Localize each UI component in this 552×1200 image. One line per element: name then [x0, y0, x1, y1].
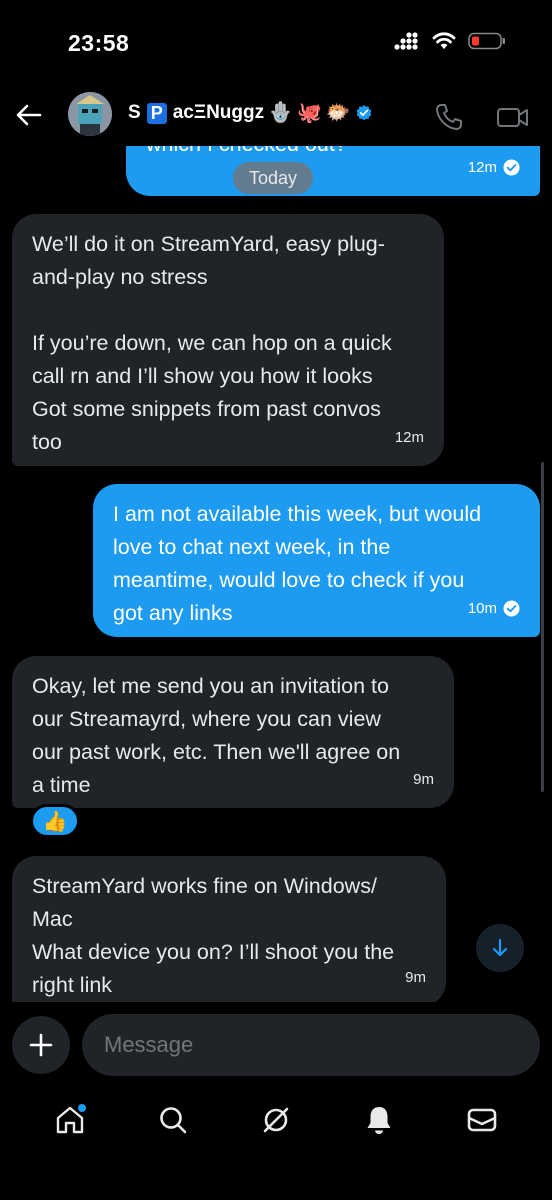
- contact-name-part2: acΞNuggz: [172, 102, 265, 123]
- octopus-emoji: 🐙: [297, 102, 322, 124]
- read-check-icon: [503, 159, 520, 176]
- read-check-icon: [503, 600, 520, 617]
- mail-icon: [468, 1108, 497, 1132]
- search-icon: [159, 1107, 187, 1134]
- date-separator: Today: [233, 162, 314, 194]
- message-meta: 12m: [468, 151, 520, 184]
- message-time: 9m: [405, 969, 426, 986]
- status-bar: 23:58: [0, 0, 552, 88]
- hamsa-emoji: 🪬: [268, 102, 294, 124]
- scroll-to-bottom-button[interactable]: [476, 924, 524, 972]
- verified-badge-icon: [356, 105, 372, 121]
- video-call-button[interactable]: [496, 102, 530, 132]
- message-composer: [0, 1012, 552, 1082]
- message-bubble-incoming[interactable]: We’ll do it on StreamYard, easy plug- an…: [12, 214, 444, 466]
- message-bubble-outgoing[interactable]: which I checked out? 12m: [126, 146, 540, 196]
- avatar[interactable]: [68, 92, 112, 136]
- nav-home[interactable]: [50, 1100, 90, 1140]
- message-list[interactable]: which I checked out? 12m Today We’ll do …: [0, 146, 552, 1002]
- message-meta: 9m: [405, 961, 426, 994]
- contact-name-part1: S: [128, 102, 141, 123]
- bottom-nav: [0, 1090, 552, 1150]
- message-time: 12m: [394, 429, 424, 446]
- message-time: 10m: [467, 600, 497, 617]
- message-bubble-incoming[interactable]: StreamYard works fine on Windows/ Mac Wh…: [12, 856, 446, 1002]
- message-input[interactable]: [82, 1014, 540, 1076]
- blowfish-emoji: 🐡: [325, 102, 351, 124]
- contact-name-boxed-letter: P: [146, 102, 167, 124]
- nav-grok[interactable]: [256, 1100, 296, 1140]
- nav-search[interactable]: [153, 1100, 193, 1140]
- nav-notifications[interactable]: [359, 1100, 399, 1140]
- scrollbar[interactable]: [541, 462, 544, 792]
- contact-name[interactable]: S P acΞNuggz 🪬 🐙 🐡: [128, 102, 373, 124]
- notification-dot: [77, 1104, 86, 1112]
- status-time: 23:58: [68, 30, 130, 56]
- nav-messages[interactable]: [462, 1100, 502, 1140]
- thumbs-up-reaction[interactable]: 👍: [30, 804, 80, 838]
- message-meta: 12m: [395, 421, 424, 454]
- message-bubble-incoming[interactable]: Okay, let me send you an invitation to o…: [12, 656, 454, 808]
- battery-low-icon: [468, 32, 505, 50]
- arrow-left-icon: [16, 104, 42, 126]
- arrow-down-icon: [492, 938, 508, 957]
- grok-icon: [263, 1107, 289, 1133]
- message-time: 9m: [413, 771, 434, 788]
- add-attachment-button[interactable]: [12, 1016, 70, 1074]
- message-bubble-outgoing[interactable]: I am not available this week, but would …: [93, 484, 540, 637]
- message-meta: 10m: [468, 592, 520, 625]
- avatar-image: [68, 92, 112, 136]
- message-time: 12m: [467, 159, 497, 176]
- phone-icon: [436, 104, 462, 130]
- bell-icon: [367, 1107, 391, 1134]
- signal-icon: [394, 32, 418, 50]
- status-icons: [394, 32, 506, 50]
- call-button[interactable]: [434, 102, 464, 132]
- wifi-icon: [432, 32, 456, 49]
- message-text: Okay, let me send you an invitation to o…: [32, 674, 401, 797]
- message-text: StreamYard works fine on Windows/ Mac Wh…: [32, 874, 395, 997]
- message-text: I am not available this week, but would …: [113, 502, 482, 625]
- video-icon: [497, 108, 528, 127]
- message-meta: 9m: [413, 763, 434, 796]
- plus-icon: [29, 1033, 53, 1057]
- back-button[interactable]: [14, 100, 44, 130]
- conversation-header: S P acΞNuggz 🪬 🐙 🐡: [0, 88, 552, 146]
- message-text: We’ll do it on StreamYard, easy plug- an…: [32, 232, 392, 454]
- message-text: which I checked out?: [146, 146, 520, 161]
